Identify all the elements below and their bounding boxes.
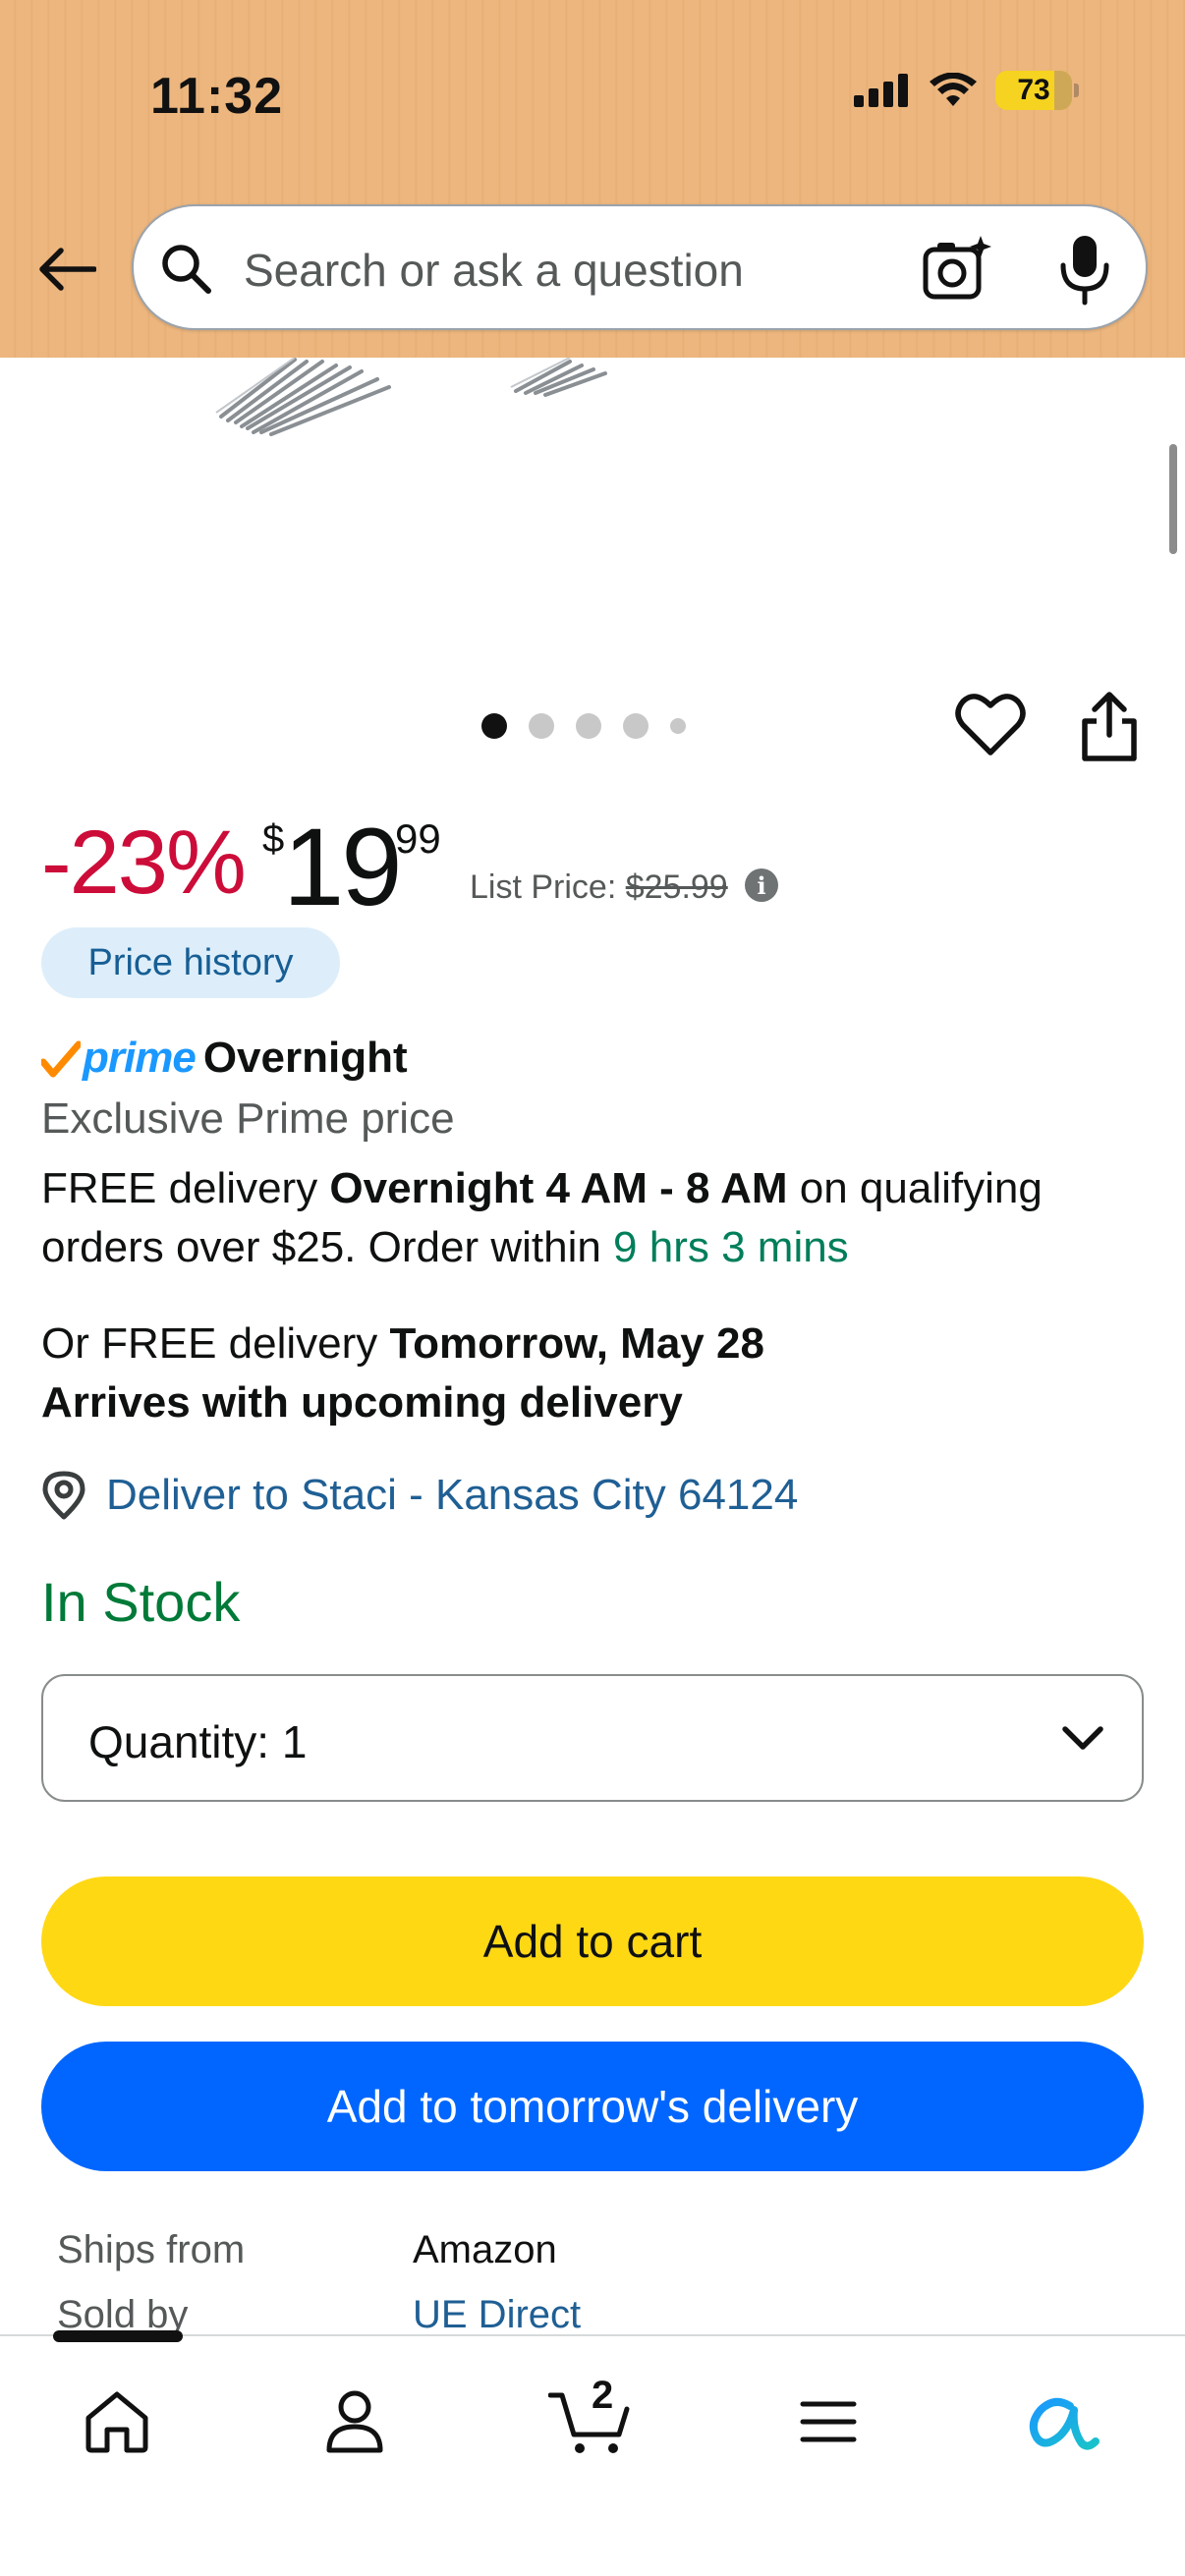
delivery-date: Tomorrow, May 28 [389, 1319, 764, 1368]
prime-check-icon [41, 1040, 81, 1078]
search-icon [162, 245, 211, 294]
cart-count-badge: 2 [592, 2374, 614, 2417]
arrives-note: Arrives with upcoming delivery [41, 1378, 683, 1427]
top-header: 11:32 73 Search or ask a question [0, 0, 1185, 358]
delivery-window: Overnight 4 AM - 8 AM [329, 1164, 788, 1212]
status-time: 11:32 [150, 68, 284, 125]
product-image[interactable] [0, 358, 1185, 652]
add-to-cart-button[interactable]: Add to cart [41, 1876, 1144, 2006]
order-countdown: 9 hrs 3 mins [613, 1223, 849, 1271]
battery-level: 73 [1017, 74, 1050, 106]
exclusive-prime-price: Exclusive Prime price [41, 1094, 455, 1143]
nav-assistant[interactable] [1018, 2378, 1106, 2466]
info-icon[interactable]: i [745, 868, 778, 902]
stock-status: In Stock [41, 1571, 241, 1633]
cellular-signal-icon [854, 74, 908, 107]
scroll-indicator[interactable] [1169, 444, 1177, 554]
nav-cart[interactable]: 2 [546, 2374, 635, 2466]
pagination-dot[interactable] [481, 713, 507, 739]
prime-overnight: Overnight [202, 1034, 408, 1082]
prime-badge: prime Overnight [41, 1034, 408, 1083]
active-tab-indicator [53, 2330, 183, 2342]
chevron-down-icon [1062, 1726, 1103, 1750]
delivery-text: Or FREE delivery [41, 1319, 390, 1368]
search-input[interactable]: Search or ask a question [244, 244, 744, 297]
pagination-dot[interactable] [576, 713, 601, 739]
ships-from-value: Amazon [413, 2228, 557, 2271]
back-button[interactable] [35, 238, 98, 301]
delivery-text: FREE delivery [41, 1164, 330, 1212]
price-whole: 19 [283, 806, 403, 928]
delivery-tomorrow: Or FREE delivery Tomorrow, May 28 Arrive… [41, 1315, 1142, 1432]
microphone-icon[interactable] [1053, 232, 1116, 307]
deliver-to-link[interactable]: Deliver to Staci - Kansas City 64124 [41, 1470, 798, 1521]
camera-icon[interactable] [920, 232, 994, 307]
pagination-dot[interactable] [623, 713, 649, 739]
discount-percent: -23% [41, 812, 247, 913]
price-currency: $ [262, 817, 285, 861]
cart-icon [548, 2392, 630, 2453]
price-cents: 99 [395, 815, 441, 862]
back-arrow-icon [39, 248, 96, 291]
nav-account[interactable] [310, 2378, 399, 2466]
pagination-dot[interactable] [529, 713, 554, 739]
home-icon [85, 2391, 148, 2453]
location-pin-icon [42, 1471, 85, 1520]
image-pagination[interactable] [481, 713, 686, 739]
ships-from-label: Ships from [57, 2228, 246, 2271]
battery-indicator: 73 [995, 71, 1079, 110]
share-icon[interactable] [1075, 690, 1144, 764]
add-to-tomorrow-delivery-button[interactable]: Add to tomorrow's delivery [41, 2042, 1144, 2171]
list-price: List Price: $25.99 [470, 868, 728, 907]
quantity-dropdown[interactable]: Quantity: 1 [41, 1674, 1144, 1802]
account-icon [326, 2390, 383, 2453]
delivery-overnight: FREE delivery Overnight 4 AM - 8 AM on q… [41, 1159, 1142, 1277]
prime-logo-text: prime [83, 1034, 197, 1082]
menu-icon [800, 2401, 857, 2442]
price-history-button[interactable]: Price history [41, 927, 340, 998]
deliver-to-text[interactable]: Deliver to Staci - Kansas City 64124 [106, 1471, 798, 1520]
pagination-dot[interactable] [670, 718, 686, 734]
rufus-icon [1029, 2397, 1100, 2450]
nav-home[interactable] [73, 2378, 161, 2466]
nav-menu[interactable] [784, 2378, 873, 2466]
sold-by-link[interactable]: UE Direct [413, 2293, 581, 2337]
heart-icon[interactable] [955, 692, 1026, 758]
status-icons: 73 [854, 71, 1079, 110]
bottom-navigation: 2 [0, 2330, 1185, 2576]
list-price-value: $25.99 [625, 868, 728, 906]
list-price-label: List Price: [470, 868, 617, 906]
quantity-label: Quantity: 1 [88, 1716, 308, 1767]
wifi-icon [930, 73, 977, 106]
search-bar[interactable]: Search or ask a question [132, 204, 1148, 330]
